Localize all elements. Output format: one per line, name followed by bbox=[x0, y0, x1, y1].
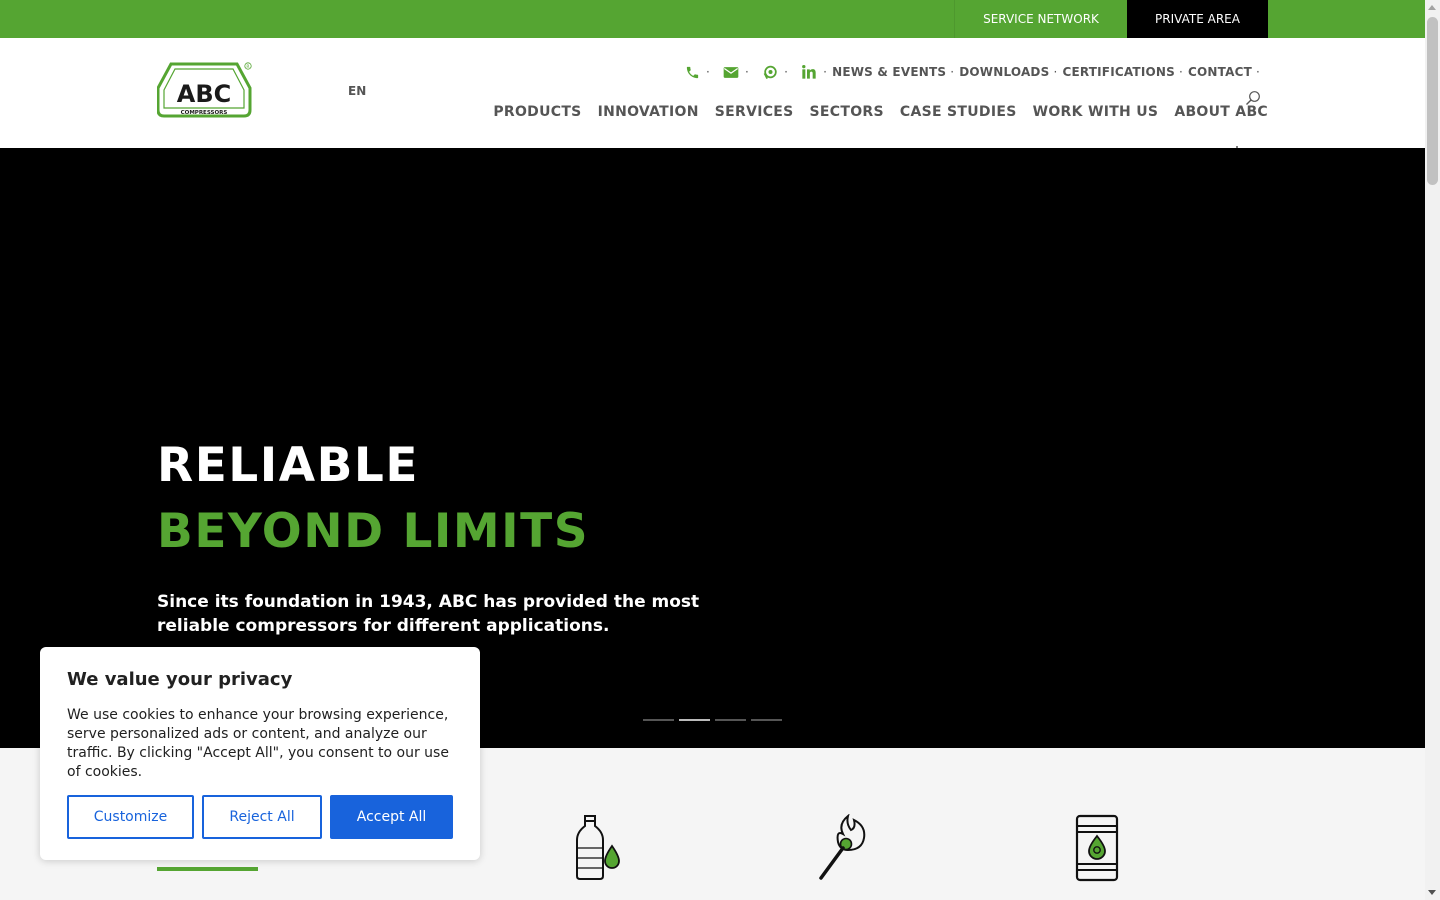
private-area-link[interactable]: PRIVATE AREA bbox=[1127, 0, 1268, 38]
top-bar: SERVICE NETWORK PRIVATE AREA bbox=[0, 0, 1425, 38]
cookie-buttons: Customize Reject All Accept All bbox=[67, 795, 461, 839]
support-icon[interactable] bbox=[760, 62, 780, 82]
certifications-link[interactable]: CERTIFICATIONS bbox=[1062, 65, 1175, 79]
nav-services[interactable]: SERVICES bbox=[715, 104, 794, 120]
scroll-down-arrow[interactable] bbox=[1428, 890, 1436, 895]
language-selector[interactable]: EN bbox=[348, 84, 366, 98]
email-icon[interactable] bbox=[721, 62, 741, 82]
customize-button[interactable]: Customize bbox=[67, 795, 194, 839]
slider-dot-4[interactable] bbox=[751, 719, 782, 721]
cookie-title: We value your privacy bbox=[67, 669, 293, 690]
abc-logo[interactable]: ABC COMPRESSORS R bbox=[157, 60, 257, 122]
scrollbar-thumb[interactable] bbox=[1427, 17, 1438, 185]
cookie-text: We use cookies to enhance your browsing … bbox=[67, 707, 449, 780]
nav-sectors[interactable]: SECTORS bbox=[810, 104, 884, 120]
phone-icon[interactable] bbox=[682, 62, 702, 82]
news-events-link[interactable]: NEWS & EVENTS bbox=[832, 65, 946, 79]
nav-innovation[interactable]: INNOVATION bbox=[598, 104, 699, 120]
accept-all-button[interactable]: Accept All bbox=[330, 795, 453, 839]
main-nav: PRODUCTS INNOVATION SERVICES SECTORS CAS… bbox=[477, 104, 1268, 120]
hero-subtitle: Since its foundation in 1943, ABC has pr… bbox=[157, 592, 700, 636]
page: SERVICE NETWORK PRIVATE AREA ABC COMPRES… bbox=[0, 0, 1425, 900]
logo-subtext: COMPRESSORS bbox=[181, 110, 228, 116]
nav-about-abc[interactable]: ABOUT ABC bbox=[1174, 104, 1268, 120]
active-sector-bar bbox=[157, 867, 258, 871]
svg-text:R: R bbox=[246, 64, 249, 70]
nav-case-studies[interactable]: CASE STUDIES bbox=[900, 104, 1017, 120]
nav-work-with-us[interactable]: WORK WITH US bbox=[1033, 104, 1159, 120]
slider-dot-3[interactable] bbox=[715, 719, 746, 721]
slider-dot-2[interactable] bbox=[679, 719, 710, 721]
linkedin-icon[interactable] bbox=[799, 62, 819, 82]
scrollbar[interactable] bbox=[1425, 0, 1440, 900]
hero-title-line2: BEYOND LIMITS bbox=[157, 504, 590, 559]
cookie-consent-banner: We value your privacy We use cookies to … bbox=[40, 647, 480, 860]
contact-link[interactable]: CONTACT bbox=[1188, 65, 1252, 79]
utility-nav: · · · · NEWS & EVENTS · DOWNLOADS · CERTIF… bbox=[676, 62, 1265, 82]
match-flame-icon[interactable] bbox=[818, 814, 870, 882]
nav-products[interactable]: PRODUCTS bbox=[493, 104, 581, 120]
scroll-up-arrow[interactable] bbox=[1428, 5, 1436, 10]
service-network-link[interactable]: SERVICE NETWORK bbox=[954, 0, 1127, 38]
logo-wordmark: ABC bbox=[177, 80, 231, 108]
header: ABC COMPRESSORS R EN · · · · NEWS & EVEN… bbox=[0, 38, 1425, 148]
slider-dots bbox=[643, 719, 787, 721]
bottle-drop-icon[interactable] bbox=[574, 814, 624, 882]
oil-barrel-icon[interactable] bbox=[1073, 814, 1121, 882]
reject-all-button[interactable]: Reject All bbox=[202, 795, 322, 839]
slider-dot-1[interactable] bbox=[643, 719, 674, 721]
downloads-link[interactable]: DOWNLOADS bbox=[959, 65, 1049, 79]
hero-title-line1: RELIABLE bbox=[157, 438, 419, 493]
